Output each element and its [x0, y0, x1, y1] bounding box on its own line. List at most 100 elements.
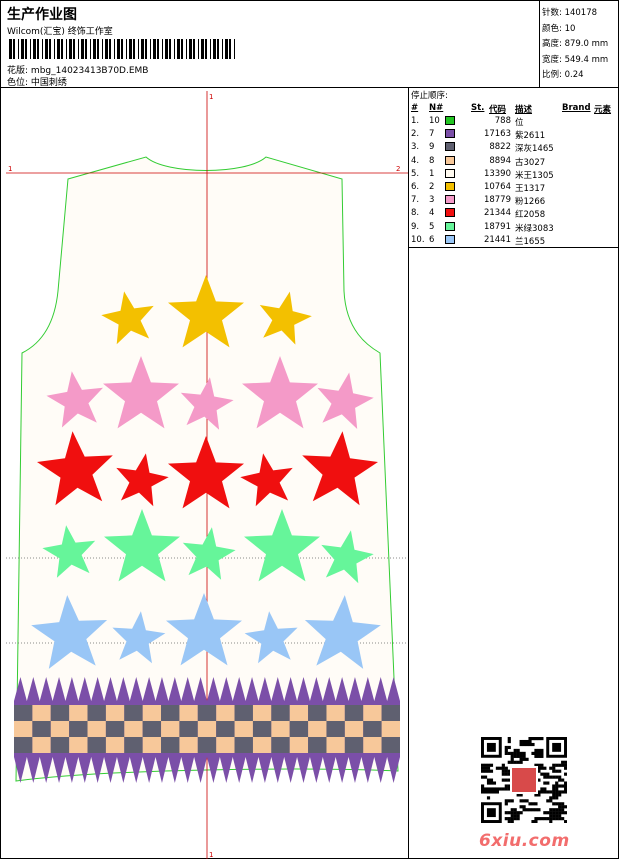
qr-module — [510, 799, 514, 803]
checker-cell — [289, 737, 309, 753]
qr-module — [537, 817, 541, 821]
qr-module — [513, 751, 517, 755]
qr-module — [561, 802, 565, 806]
qr-module — [543, 811, 547, 815]
qr-module — [561, 784, 565, 788]
thread-desc: 兰1655 — [515, 236, 546, 247]
qr-module — [549, 775, 553, 779]
qr-module — [552, 796, 556, 800]
qr-module — [495, 766, 499, 770]
thread-needle: 4 — [429, 208, 435, 219]
thread-desc: 古3027 — [515, 157, 546, 168]
spec-stitches: 针数: 140178 — [542, 8, 598, 18]
checker-cell — [69, 737, 88, 753]
checker-cell — [179, 737, 198, 753]
barcode-bar — [73, 39, 75, 59]
thread-seq: 2. — [411, 129, 420, 140]
checker-cell — [308, 721, 327, 737]
thread-stitches: 10764 — [483, 181, 511, 192]
qr-module — [519, 754, 523, 758]
barcode-bar — [66, 39, 67, 59]
qr-module — [528, 737, 532, 741]
thread-seq: 1. — [411, 116, 420, 126]
qr-module — [534, 748, 538, 753]
barcode-bar — [126, 39, 127, 59]
zigzag-bottom-spike — [309, 757, 323, 783]
qr-module — [501, 787, 505, 791]
qr-module — [513, 808, 517, 812]
qr-module — [492, 781, 497, 785]
barcode-bar — [133, 39, 135, 59]
qr-module — [546, 781, 550, 785]
qr-module — [492, 790, 497, 794]
qr-module — [534, 737, 538, 741]
qr-module — [555, 769, 559, 773]
barcode-bar — [33, 39, 36, 59]
thread-needle: 8 — [429, 155, 435, 166]
qr-module — [564, 787, 567, 791]
qr-module — [561, 808, 565, 812]
checker-cell — [32, 737, 51, 753]
qr-module — [558, 775, 562, 779]
barcode-bar — [57, 39, 60, 59]
qr-module — [564, 784, 567, 788]
barcode-bar — [9, 39, 12, 59]
checker-cell — [69, 705, 88, 721]
qr-module — [525, 808, 529, 812]
qr-module — [507, 760, 511, 764]
thread-stitches: 21441 — [483, 234, 511, 245]
qr-module — [534, 751, 538, 755]
barcode-bar — [18, 39, 19, 59]
barcode-bar — [189, 39, 192, 59]
barcode-bar — [114, 39, 115, 59]
qr-module — [481, 784, 485, 788]
barcode-bar — [165, 39, 168, 59]
qr-module — [481, 775, 485, 779]
qr-module — [555, 787, 559, 791]
qr-module — [558, 811, 562, 815]
stop-sequence-title: 停止顺序: — [411, 91, 448, 101]
qr-module — [516, 817, 520, 821]
qr-module — [495, 787, 499, 791]
qr-module — [495, 790, 499, 794]
thread-color-swatch — [445, 142, 455, 152]
qr-module — [522, 805, 526, 809]
qr-module — [558, 790, 562, 794]
qr-module — [549, 820, 553, 823]
qr-module — [537, 748, 541, 753]
thread-color-swatch — [445, 116, 455, 125]
qr-module — [543, 781, 547, 785]
checker-cell — [363, 705, 382, 721]
qr-module — [501, 763, 505, 767]
qr-module — [507, 745, 511, 750]
thread-color-swatch — [445, 181, 455, 191]
barcode-bar — [222, 39, 223, 59]
qr-module — [501, 766, 505, 770]
barcode-bar — [25, 39, 27, 59]
qr-module — [549, 796, 553, 800]
checker-cell — [50, 721, 70, 737]
checker-cell — [179, 721, 198, 737]
qr-module — [564, 763, 567, 767]
checker-cell — [271, 705, 290, 721]
qr-module — [528, 802, 532, 806]
col-needle: N# — [429, 103, 444, 113]
qr-module — [519, 751, 523, 755]
qr-module — [501, 772, 505, 776]
axis-marker-right: 2 — [396, 165, 400, 173]
barcode-bar — [193, 39, 195, 59]
qr-module — [519, 739, 523, 744]
qr-module — [531, 820, 535, 823]
qr-module — [513, 760, 517, 764]
barcode-bar — [186, 39, 187, 59]
thread-seq: 3. — [411, 142, 420, 153]
barcode-bar — [174, 39, 175, 59]
qr-module — [519, 799, 523, 803]
qr-module — [546, 817, 550, 821]
qr-module — [564, 760, 567, 764]
qr-module — [498, 787, 502, 791]
qr-module — [546, 790, 550, 794]
thread-color-swatch — [445, 129, 455, 139]
qr-module — [483, 787, 488, 791]
qr-module — [552, 763, 556, 767]
